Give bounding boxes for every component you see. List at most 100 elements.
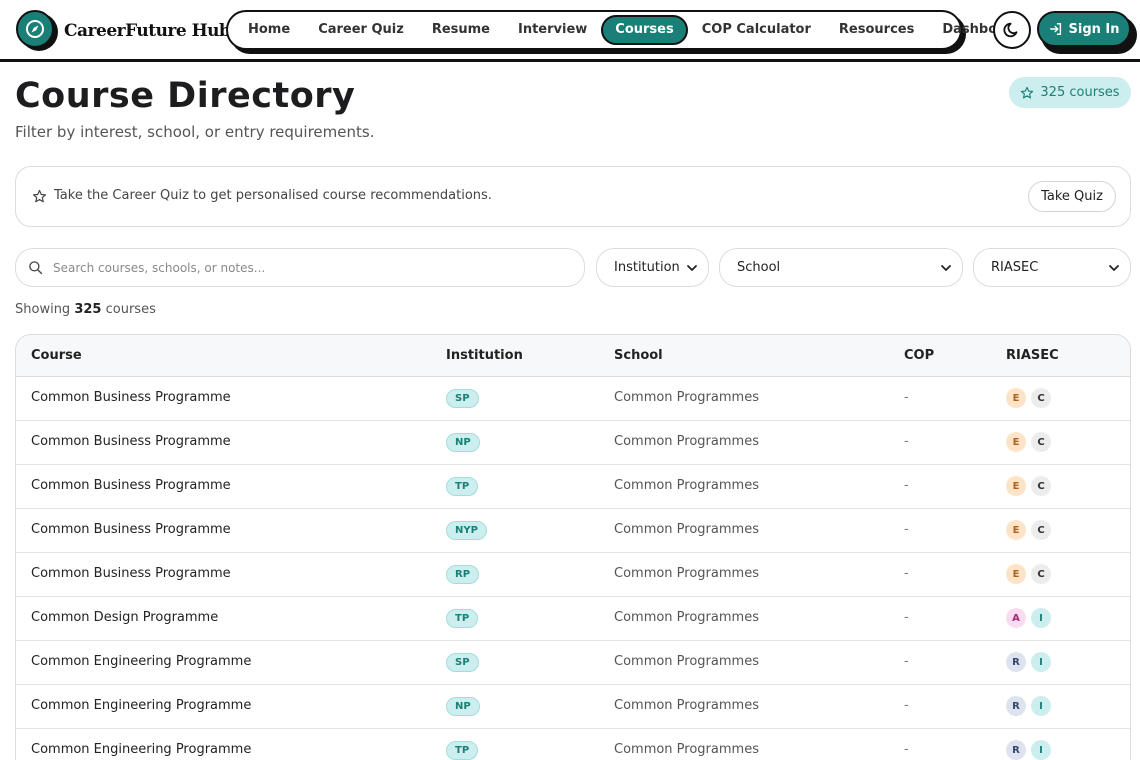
- course-name[interactable]: Common Engineering Programme: [31, 698, 251, 713]
- search-icon: [29, 261, 43, 275]
- brand-name: CareerFuture Hub: [64, 21, 231, 41]
- table-row[interactable]: Common Business Programme RP Common Progra…: [16, 553, 1130, 597]
- header-course[interactable]: Course: [31, 348, 82, 363]
- main-nav: Home Career Quiz Resume Interview Course…: [226, 10, 1022, 55]
- search-box: [15, 248, 585, 287]
- courses-table: Course Institution School COP RIASEC Com…: [15, 334, 1131, 760]
- school-name: Common Programmes: [614, 434, 759, 449]
- course-name[interactable]: Common Engineering Programme: [31, 742, 251, 757]
- chevron-down-icon: [941, 264, 951, 271]
- logo-badge: [16, 10, 58, 52]
- institution-badge: SP: [446, 389, 479, 408]
- course-count-badge: 325 courses: [1009, 77, 1131, 108]
- table-row[interactable]: Common Business Programme NYP Common Progr…: [16, 509, 1130, 553]
- table-row[interactable]: Common Business Programme TP Common Progra…: [16, 465, 1130, 509]
- cop-value: -: [904, 610, 909, 625]
- school-name: Common Programmes: [614, 610, 759, 625]
- riasec-codes: EC: [1006, 476, 1051, 496]
- brand-logo[interactable]: CareerFuture Hub: [16, 10, 231, 52]
- take-quiz-button[interactable]: Take Quiz: [1028, 181, 1116, 212]
- riasec-codes: AI: [1006, 608, 1051, 628]
- institution-select[interactable]: Institution: [596, 248, 709, 287]
- cop-value: -: [904, 654, 909, 669]
- course-name[interactable]: Common Design Programme: [31, 610, 218, 625]
- moon-icon: [1003, 22, 1018, 38]
- institution-badge: NYP: [446, 521, 487, 540]
- riasec-badge: R: [1006, 696, 1026, 716]
- quiz-banner: Take the Career Quiz to get personalised…: [15, 166, 1131, 227]
- nav-resume[interactable]: Resume: [418, 15, 504, 45]
- course-name[interactable]: Common Business Programme: [31, 522, 231, 537]
- riasec-codes: EC: [1006, 432, 1051, 452]
- course-name[interactable]: Common Business Programme: [31, 434, 231, 449]
- riasec-codes: EC: [1006, 564, 1051, 584]
- nav-career-quiz[interactable]: Career Quiz: [304, 15, 418, 45]
- institution-badge: TP: [446, 741, 479, 760]
- riasec-badge: C: [1031, 564, 1051, 584]
- institution-badge: TP: [446, 477, 479, 496]
- nav-interview[interactable]: Interview: [504, 15, 601, 45]
- chevron-down-icon: [687, 264, 697, 271]
- nav-resources[interactable]: Resources: [825, 15, 928, 45]
- school-name: Common Programmes: [614, 698, 759, 713]
- riasec-badge: R: [1006, 652, 1026, 672]
- cop-value: -: [904, 390, 909, 405]
- institution-badge: TP: [446, 609, 479, 628]
- header-school[interactable]: School: [614, 348, 663, 363]
- institution-badge: NP: [446, 697, 480, 716]
- table-row[interactable]: Common Business Programme NP Common Progra…: [16, 421, 1130, 465]
- school-select[interactable]: School: [719, 248, 963, 287]
- chevron-down-icon: [1109, 264, 1119, 271]
- riasec-codes: EC: [1006, 388, 1051, 408]
- riasec-select[interactable]: RIASEC: [973, 248, 1131, 287]
- header-institution[interactable]: Institution: [446, 348, 523, 363]
- star-icon: [32, 189, 47, 203]
- institution-badge: RP: [446, 565, 480, 584]
- course-name[interactable]: Common Engineering Programme: [31, 654, 251, 669]
- search-input[interactable]: [53, 260, 553, 275]
- cop-value: -: [904, 698, 909, 713]
- results-count: Showing 325 courses: [15, 302, 156, 317]
- riasec-badge: C: [1031, 476, 1051, 496]
- theme-toggle-button[interactable]: [993, 11, 1031, 49]
- cop-value: -: [904, 522, 909, 537]
- cop-value: -: [904, 478, 909, 493]
- top-header: CareerFuture Hub Home Career Quiz Resume…: [0, 0, 1140, 62]
- riasec-badge: I: [1031, 696, 1051, 716]
- school-name: Common Programmes: [614, 478, 759, 493]
- sign-in-wrapper: Sign In: [1037, 11, 1137, 55]
- riasec-codes: EC: [1006, 520, 1051, 540]
- riasec-codes: RI: [1006, 696, 1051, 716]
- table-row[interactable]: Common Business Programme SP Common Progra…: [16, 377, 1130, 421]
- institution-badge: NP: [446, 433, 480, 452]
- riasec-badge: E: [1006, 388, 1026, 408]
- course-count-text: 325 courses: [1040, 85, 1120, 100]
- riasec-badge: I: [1031, 740, 1051, 760]
- riasec-codes: RI: [1006, 740, 1051, 760]
- school-name: Common Programmes: [614, 742, 759, 757]
- sign-in-button[interactable]: Sign In: [1037, 11, 1131, 47]
- nav-cop-calculator[interactable]: COP Calculator: [688, 15, 825, 45]
- riasec-badge: A: [1006, 608, 1026, 628]
- school-name: Common Programmes: [614, 390, 759, 405]
- results-prefix: Showing: [15, 302, 71, 317]
- header-riasec[interactable]: RIASEC: [1006, 348, 1059, 363]
- school-name: Common Programmes: [614, 654, 759, 669]
- course-name[interactable]: Common Business Programme: [31, 566, 231, 581]
- banner-text: Take the Career Quiz to get personalised…: [54, 188, 492, 203]
- page-title: Course Directory: [15, 76, 356, 116]
- nav-courses[interactable]: Courses: [601, 15, 688, 45]
- table-row[interactable]: Common Engineering Programme SP Common Pro…: [16, 641, 1130, 685]
- course-name[interactable]: Common Business Programme: [31, 390, 231, 405]
- school-select-value: School: [737, 260, 781, 275]
- table-row[interactable]: Common Engineering Programme NP Common Pro…: [16, 685, 1130, 729]
- riasec-badge: E: [1006, 432, 1026, 452]
- nav-home[interactable]: Home: [234, 15, 304, 45]
- header-cop[interactable]: COP: [904, 348, 934, 363]
- course-name[interactable]: Common Business Programme: [31, 478, 231, 493]
- table-header: Course Institution School COP RIASEC: [16, 335, 1130, 377]
- page-subtitle: Filter by interest, school, or entry req…: [15, 123, 375, 141]
- institution-select-value: Institution: [614, 260, 680, 275]
- table-row[interactable]: Common Design Programme TP Common Programm…: [16, 597, 1130, 641]
- table-row[interactable]: Common Engineering Programme TP Common Pro…: [16, 729, 1130, 760]
